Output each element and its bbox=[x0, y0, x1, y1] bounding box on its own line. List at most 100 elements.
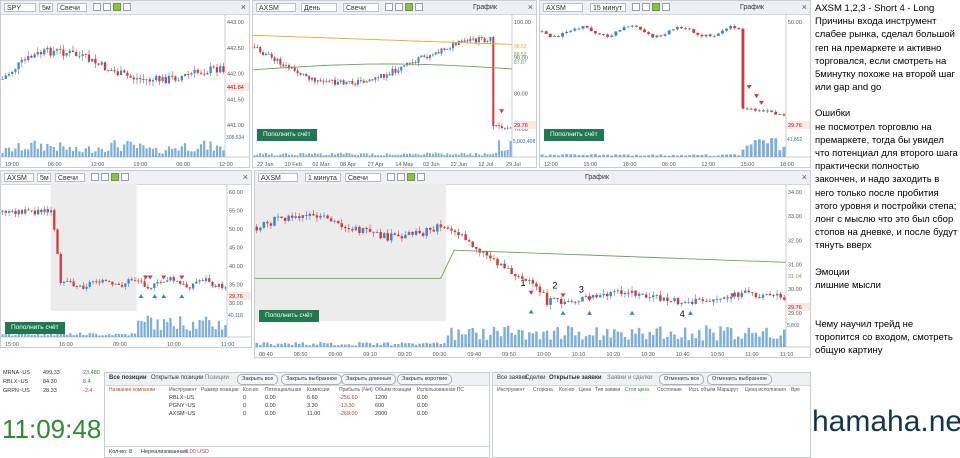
draw-icon[interactable] bbox=[395, 3, 403, 11]
draw-icon[interactable] bbox=[101, 173, 109, 181]
tab-trades[interactable]: Сделки bbox=[525, 375, 545, 381]
col-header[interactable]: Сторона bbox=[533, 387, 553, 393]
chart-axsm-15m[interactable]: AXSM 15 минут График × 50.0040.0012:0015… bbox=[539, 0, 811, 168]
chart-axsm-5m[interactable]: AXSM 5м Свечи × 60.00 55.00 50.00 45.00 40.0… bbox=[0, 170, 252, 348]
close-icon[interactable]: × bbox=[528, 1, 533, 14]
position-row[interactable]: RBLX~US 0 0.00 6.60 -256.60 1200 0.00 bbox=[105, 395, 489, 403]
link-icon[interactable] bbox=[111, 173, 119, 181]
volume-bar bbox=[733, 339, 736, 347]
volume-bar bbox=[172, 326, 175, 337]
chart-spy[interactable]: SPY 5м Свечи × 443.00 442.50 442.00 441.50 4… bbox=[0, 0, 250, 168]
interval-select[interactable]: 15 минут bbox=[590, 3, 626, 12]
link-icon[interactable] bbox=[405, 3, 413, 11]
chart-axsm-1m[interactable]: AXSM 1 минута Свечи График × 34.00 33.00 3… bbox=[254, 170, 811, 358]
candle-body bbox=[766, 110, 769, 112]
col-header[interactable]: Потенциальная bbox=[265, 387, 301, 393]
draw-icon[interactable] bbox=[397, 173, 405, 181]
volume-bar bbox=[344, 344, 347, 347]
col-header[interactable]: Тип заявки bbox=[595, 387, 620, 393]
indicator-icon[interactable] bbox=[632, 3, 640, 11]
close-icon[interactable]: × bbox=[802, 171, 807, 184]
symbol-field[interactable]: SPY bbox=[4, 3, 36, 12]
close-icon[interactable]: × bbox=[243, 171, 248, 184]
tab-open-positions[interactable]: Открытые позиции bbox=[151, 375, 204, 381]
interval-select[interactable]: 5м bbox=[37, 173, 51, 182]
tab-all-positions[interactable]: Все позиции bbox=[109, 375, 147, 381]
symbol-field[interactable]: AXSM bbox=[4, 173, 34, 182]
col-header[interactable]: Кол-во bbox=[243, 387, 259, 393]
col-header[interactable]: Цена bbox=[579, 387, 591, 393]
15m-chart-canvas[interactable]: 50.0040.0012:0015:0018:0006:0012:0015:00… bbox=[540, 14, 811, 168]
settings-icon[interactable] bbox=[415, 3, 423, 11]
col-header[interactable]: Прибыль (Net) bbox=[339, 387, 373, 393]
candle-body bbox=[563, 301, 566, 305]
indicator-icon[interactable] bbox=[387, 173, 395, 181]
close-icon[interactable]: × bbox=[802, 1, 807, 14]
tab-open-orders[interactable]: Открытые заявки bbox=[549, 375, 602, 381]
col-header[interactable]: Маршрут bbox=[717, 387, 738, 393]
symbol-field[interactable]: AXSM bbox=[256, 3, 296, 12]
candle-body bbox=[65, 53, 68, 56]
cancel-all-button[interactable]: Отменить все bbox=[659, 374, 705, 385]
position-row[interactable]: AXSM~US 0 0.00 11.00 -268.00 2000 0.00 bbox=[105, 411, 489, 419]
col-header[interactable]: Объём позиции bbox=[375, 387, 411, 393]
indicator-icon[interactable] bbox=[385, 3, 393, 11]
col-header[interactable]: Инструмент bbox=[169, 387, 197, 393]
watchlist-row[interactable]: MRNA~US 499.33 23.480 bbox=[3, 370, 100, 376]
1m-chart-canvas[interactable]: 34.00 33.00 32.00 31.00 30.00 29.00 08:40 08:50… bbox=[255, 184, 811, 358]
draw-icon[interactable] bbox=[642, 3, 650, 11]
close-selected-button[interactable]: Закрыть выбранное bbox=[281, 374, 343, 385]
link-icon[interactable] bbox=[113, 3, 121, 11]
chart-type-select[interactable]: Свечи bbox=[57, 3, 87, 12]
watchlist-row[interactable]: RBLX~US 84.30 8.4 bbox=[3, 379, 91, 385]
chart-type-select[interactable]: Свечи bbox=[343, 3, 379, 12]
top-up-button[interactable]: Пополнить счёт bbox=[544, 129, 604, 141]
indicator-icon[interactable] bbox=[93, 3, 101, 11]
link-icon[interactable] bbox=[652, 3, 660, 11]
tab-all-orders[interactable]: Все заявки bbox=[497, 375, 528, 381]
col-header[interactable]: Стоп цена bbox=[625, 387, 649, 393]
settings-icon[interactable] bbox=[121, 173, 129, 181]
col-header[interactable]: Инструмент bbox=[497, 387, 525, 393]
symbol-field[interactable]: AXSM bbox=[258, 173, 298, 182]
volume-bar bbox=[329, 342, 333, 347]
spy-chart-canvas[interactable]: 443.00 442.50 442.00 441.50 441.00 19:00 06:00… bbox=[1, 14, 250, 168]
top-up-button[interactable]: Пополнить счёт bbox=[257, 129, 317, 141]
indicator-icon[interactable] bbox=[91, 173, 99, 181]
close-all-button[interactable]: Закрыть все bbox=[237, 374, 279, 385]
chart-type-select[interactable]: Свечи bbox=[345, 173, 381, 182]
col-header[interactable]: Использованная ПС bbox=[417, 387, 464, 393]
daily-chart-canvas[interactable]: 100.0090.0080.0070.0022 Jan 10 Feb 02 Mar 0… bbox=[253, 14, 537, 168]
volume-bar bbox=[298, 343, 301, 347]
col-header[interactable]: Название компании bbox=[109, 387, 155, 393]
settings-icon[interactable] bbox=[123, 3, 131, 11]
col-header[interactable]: Состояние bbox=[657, 387, 682, 393]
top-up-button[interactable]: Пополнить счёт bbox=[259, 310, 319, 322]
col-header[interactable]: Кол-во bbox=[559, 387, 575, 393]
settings-icon[interactable] bbox=[417, 173, 425, 181]
close-short-button[interactable]: Закрыть короткие bbox=[397, 374, 453, 385]
watchlist-row[interactable]: GRPN~US 28.33 -2.4 bbox=[3, 388, 92, 394]
interval-select[interactable]: День bbox=[301, 3, 337, 12]
top-up-button[interactable]: Пополнить счёт bbox=[5, 322, 65, 334]
chart-axsm-daily[interactable]: AXSM День Свечи График × 100.00 90.00 80.0… bbox=[252, 0, 537, 168]
position-row[interactable]: PGNY~US 0 0.00 3.30 -13.30 600 0.00 bbox=[105, 403, 489, 411]
volume-bar bbox=[443, 343, 446, 347]
settings-icon[interactable] bbox=[662, 3, 670, 11]
col-header[interactable]: Размер позиции bbox=[201, 387, 239, 393]
interval-select[interactable]: 5м bbox=[39, 3, 53, 12]
interval-select[interactable]: 1 минута bbox=[305, 173, 341, 182]
col-header[interactable]: Цена исполнения bbox=[745, 387, 786, 393]
col-header[interactable]: Исп. объём bbox=[689, 387, 715, 393]
chart-type-select[interactable]: Свечи bbox=[55, 173, 85, 182]
cancel-selected-button[interactable]: Отменить выбранное bbox=[707, 374, 772, 385]
close-long-button[interactable]: Закрыть длинные bbox=[341, 374, 397, 385]
close-icon[interactable]: × bbox=[241, 1, 246, 14]
draw-icon[interactable] bbox=[103, 3, 111, 11]
col-header[interactable]: Вре bbox=[791, 387, 800, 393]
candle-body bbox=[469, 38, 472, 42]
link-icon[interactable] bbox=[407, 173, 415, 181]
symbol-field[interactable]: AXSM bbox=[543, 3, 583, 12]
col-header[interactable]: Комиссии bbox=[307, 387, 330, 393]
volume-bar bbox=[751, 333, 754, 347]
